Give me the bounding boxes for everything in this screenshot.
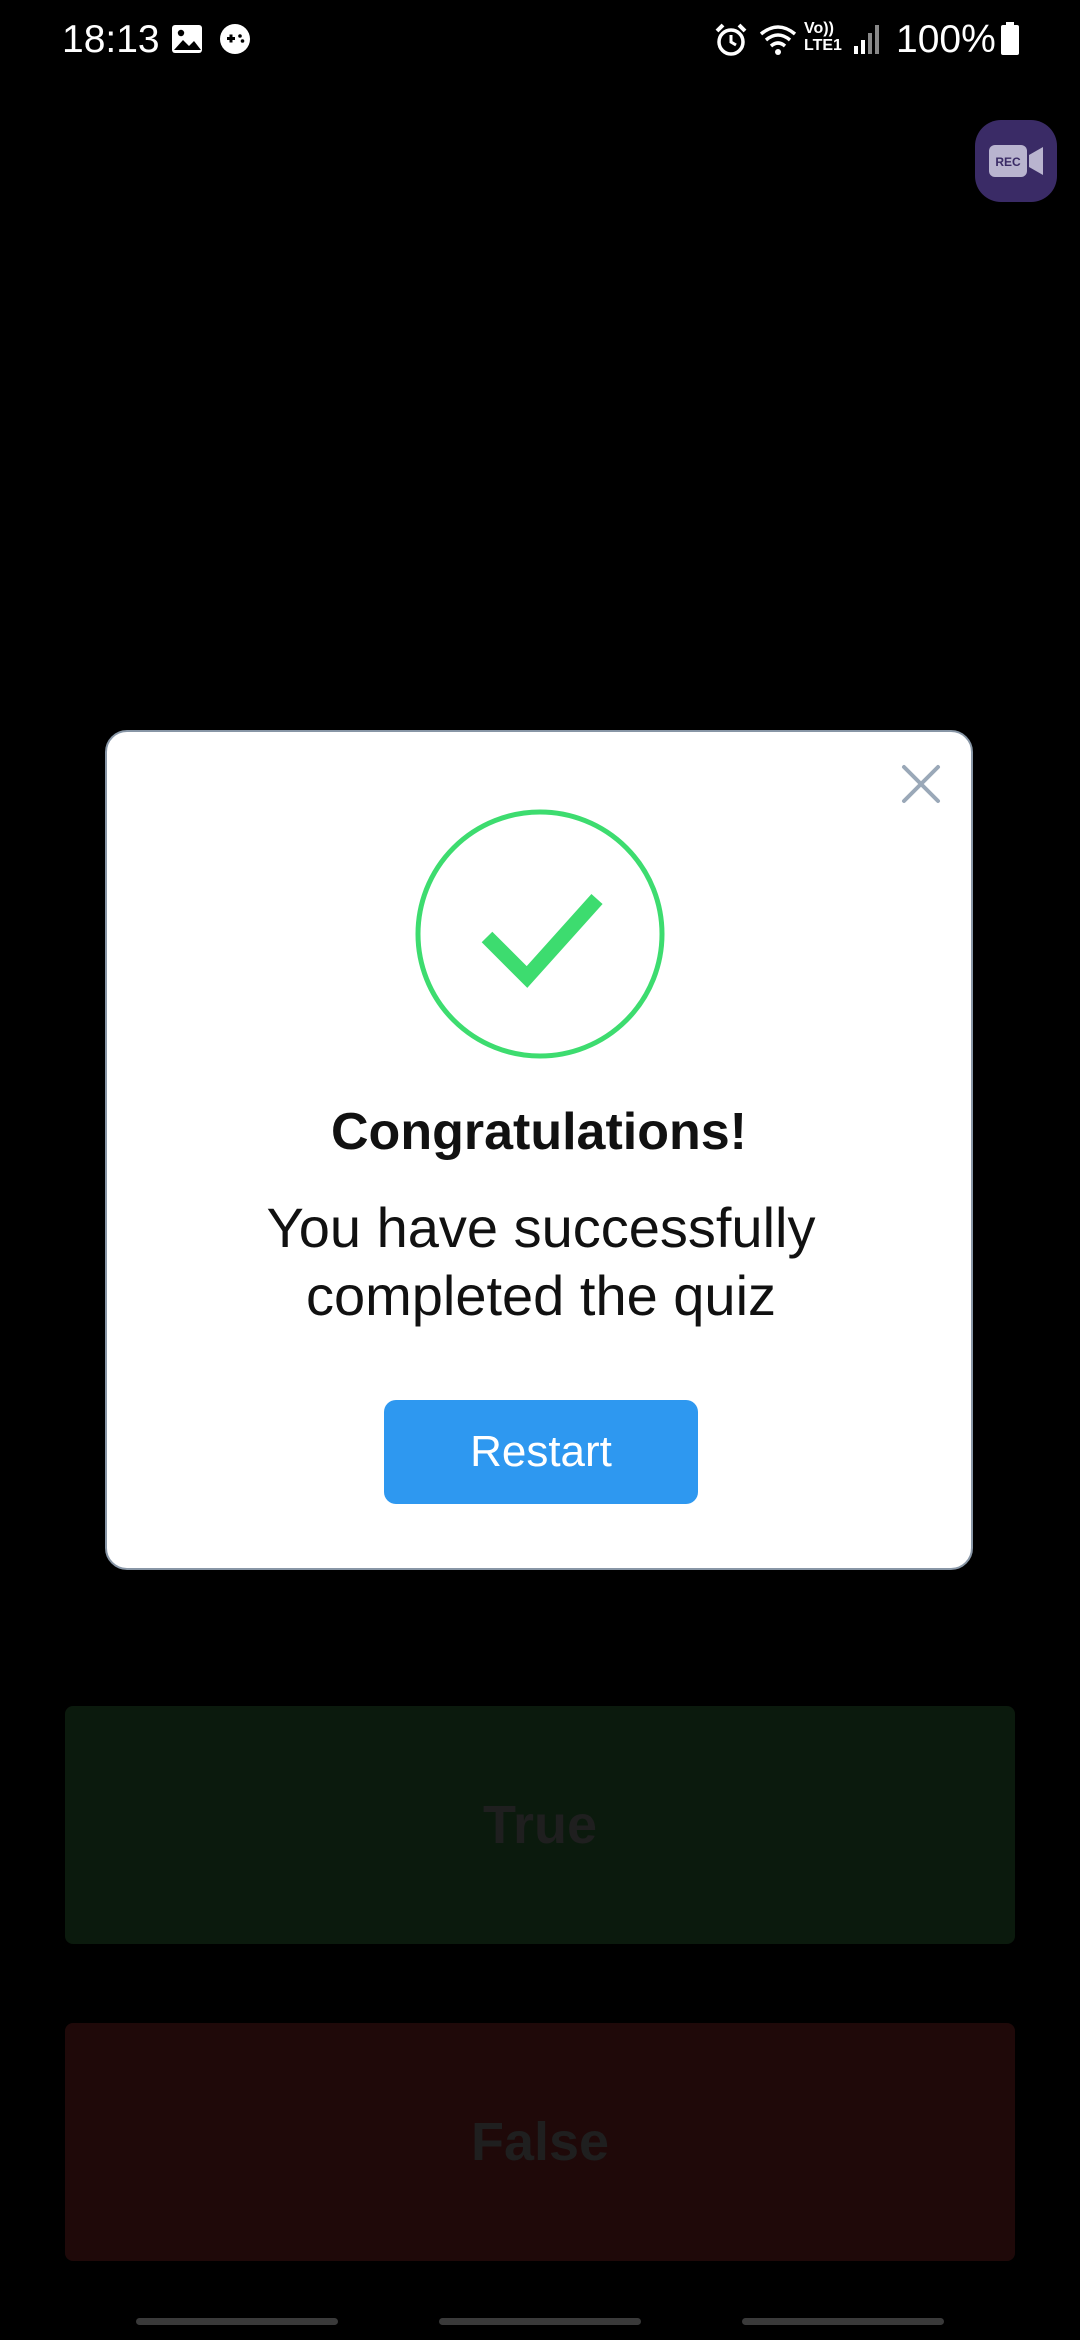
battery-percentage: 100% [896, 18, 996, 61]
signal-icon [852, 22, 882, 61]
nav-back-handle[interactable] [742, 2318, 944, 2325]
dialog-message: You have successfully completed the quiz [266, 1196, 816, 1327]
quiz-complete-dialog: Congratulations! You have successfully c… [105, 730, 973, 1570]
volte-icon: Vo)) LTE1 [804, 20, 842, 54]
game-icon [218, 22, 252, 61]
status-bar: 18:13 Vo)) LTE1 100% [0, 0, 1080, 80]
checkmark-circle-icon [415, 809, 665, 1059]
false-answer-button[interactable]: False [65, 2023, 1015, 2261]
status-time: 18:13 [62, 18, 160, 61]
wifi-icon [758, 22, 798, 63]
close-icon[interactable] [899, 762, 943, 806]
rec-label: REC [995, 155, 1021, 169]
nav-recents-handle[interactable] [136, 2318, 338, 2325]
true-answer-label: True [482, 1795, 598, 1855]
restart-button[interactable]: Restart [384, 1400, 698, 1504]
battery-icon [1000, 22, 1020, 61]
nav-home-handle[interactable] [439, 2318, 641, 2325]
alarm-icon [713, 22, 749, 63]
dialog-title: Congratulations! [331, 1103, 747, 1161]
true-answer-button[interactable]: True [65, 1706, 1015, 1944]
screen-record-button[interactable]: REC [975, 120, 1057, 202]
false-answer-label: False [470, 2112, 610, 2172]
gallery-icon [170, 22, 204, 61]
video-camera-icon: REC [989, 145, 1043, 177]
navigation-bar [0, 2300, 1080, 2340]
